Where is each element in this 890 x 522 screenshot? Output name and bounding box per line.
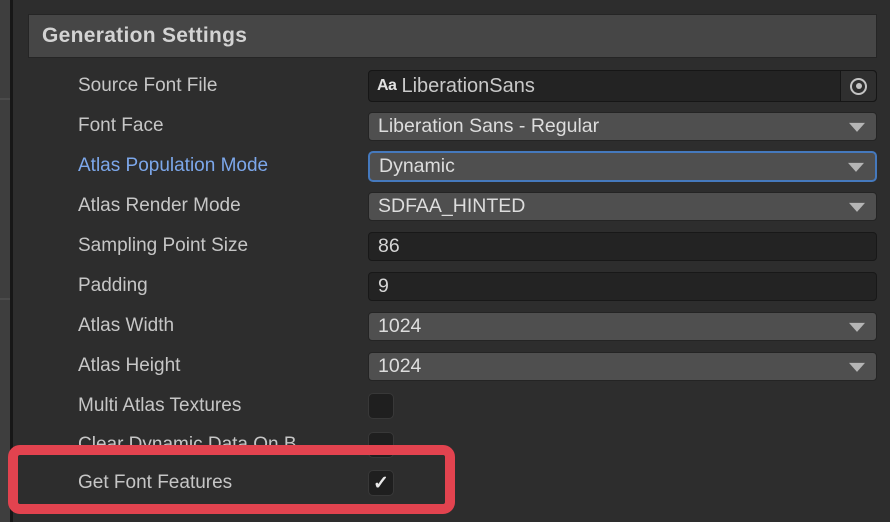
row-clear-dynamic-data: Clear Dynamic Data On B <box>78 425 877 465</box>
row-multi-atlas-textures: Multi Atlas Textures <box>78 386 877 426</box>
atlas-population-mode-value: Dynamic <box>379 155 455 178</box>
atlas-height-label: Atlas Height <box>78 355 368 377</box>
source-font-file-field[interactable]: Aa LiberationSans <box>368 70 877 102</box>
font-asset-icon: Aa <box>377 77 396 95</box>
source-font-file-value: LiberationSans <box>401 75 534 98</box>
atlas-width-value: 1024 <box>378 315 421 338</box>
chevron-down-icon <box>849 123 865 132</box>
atlas-height-value: 1024 <box>378 355 421 378</box>
sampling-point-size-input[interactable] <box>368 232 877 261</box>
sampling-point-size-label: Sampling Point Size <box>78 235 368 257</box>
clear-dynamic-data-label: Clear Dynamic Data On B <box>78 434 368 456</box>
padding-label: Padding <box>78 275 368 297</box>
object-picker-icon <box>850 78 867 95</box>
multi-atlas-textures-checkbox[interactable] <box>368 393 394 419</box>
row-font-face: Font Face Liberation Sans - Regular <box>78 106 877 146</box>
atlas-population-mode-label: Atlas Population Mode <box>78 155 368 177</box>
source-font-file-label: Source Font File <box>78 75 368 97</box>
object-picker-button[interactable] <box>840 71 876 101</box>
row-padding: Padding <box>78 266 877 306</box>
atlas-width-label: Atlas Width <box>78 315 368 337</box>
chevron-down-icon <box>849 323 865 332</box>
checkmark-icon: ✓ <box>373 474 389 493</box>
panel-divider <box>10 0 13 522</box>
font-face-value: Liberation Sans - Regular <box>378 115 599 138</box>
row-atlas-population-mode: Atlas Population Mode Dynamic <box>78 146 877 186</box>
atlas-render-mode-label: Atlas Render Mode <box>78 195 368 217</box>
chevron-down-icon <box>848 163 864 172</box>
atlas-height-dropdown[interactable]: 1024 <box>368 352 877 381</box>
row-atlas-width: Atlas Width 1024 <box>78 306 877 346</box>
atlas-population-mode-dropdown[interactable]: Dynamic <box>368 151 877 182</box>
window-edge-strip <box>0 0 10 522</box>
edge-tick <box>0 298 10 300</box>
font-face-label: Font Face <box>78 115 368 137</box>
chevron-down-icon <box>849 363 865 372</box>
edge-tick <box>0 98 10 100</box>
get-font-features-label: Get Font Features <box>78 472 368 494</box>
font-face-dropdown[interactable]: Liberation Sans - Regular <box>368 112 877 141</box>
atlas-render-mode-value: SDFAA_HINTED <box>378 195 525 218</box>
clear-dynamic-data-checkbox[interactable] <box>368 432 394 458</box>
generation-settings-header[interactable]: Generation Settings <box>28 14 877 58</box>
get-font-features-checkbox[interactable]: ✓ <box>368 470 394 496</box>
row-source-font-file: Source Font File Aa LiberationSans <box>78 66 877 106</box>
row-atlas-height: Atlas Height 1024 <box>78 346 877 386</box>
section-title: Generation Settings <box>42 24 247 48</box>
atlas-render-mode-dropdown[interactable]: SDFAA_HINTED <box>368 192 877 221</box>
row-sampling-point-size: Sampling Point Size <box>78 226 877 266</box>
chevron-down-icon <box>849 203 865 212</box>
multi-atlas-textures-label: Multi Atlas Textures <box>78 395 368 417</box>
row-atlas-render-mode: Atlas Render Mode SDFAA_HINTED <box>78 186 877 226</box>
padding-input[interactable] <box>368 272 877 301</box>
row-get-font-features: Get Font Features ✓ <box>78 463 877 503</box>
atlas-width-dropdown[interactable]: 1024 <box>368 312 877 341</box>
